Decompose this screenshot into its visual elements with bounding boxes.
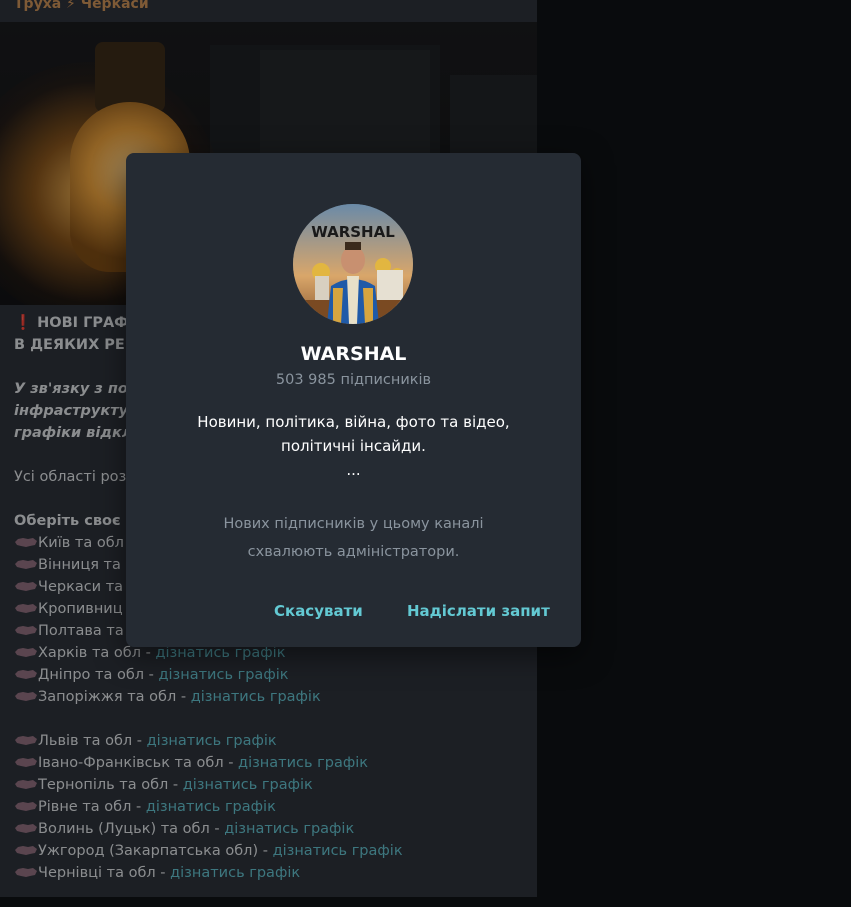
schedule-link[interactable]: дізнатись графік	[170, 865, 300, 881]
map-ukraine-icon	[15, 670, 37, 679]
list-item: Чернівці та обл - дізнатись графік	[14, 862, 529, 884]
list-item: Тернопіль та обл - дізнатись графік	[14, 774, 529, 796]
approval-note: Нових підписників у цьому каналі схвалюю…	[166, 510, 541, 566]
list-item: Ужгород (Закарпатська обл) - дізнатись г…	[14, 840, 529, 862]
schedule-link[interactable]: дізнатись графік	[146, 799, 276, 815]
map-ukraine-icon	[15, 802, 37, 811]
right-empty-pane	[537, 0, 851, 907]
list-item: Дніпро та обл - дізнатись графік	[14, 664, 529, 686]
exclamation-icon: ❗	[14, 315, 33, 331]
list-item: Івано-Франківськ та обл - дізнатись граф…	[14, 752, 529, 774]
dialog-title: WARSHAL	[300, 343, 407, 365]
avatar-logo-text: WARSHAL	[311, 223, 395, 241]
channel-description: Новини, політика, війна, фото та відео, …	[166, 410, 541, 482]
schedule-link[interactable]: дізнатись графік	[238, 755, 368, 771]
map-ukraine-icon	[15, 538, 37, 547]
map-ukraine-icon	[15, 582, 37, 591]
list-item: Рівне та обл - дізнатись графік	[14, 796, 529, 818]
note-line: Нових підписників у цьому каналі	[223, 516, 484, 532]
map-ukraine-icon	[15, 758, 37, 767]
schedule-link[interactable]: дізнатись графік	[273, 843, 403, 859]
schedule-link[interactable]: дізнатись графік	[155, 645, 285, 661]
map-ukraine-icon	[15, 692, 37, 701]
schedule-link[interactable]: дізнатись графік	[224, 821, 354, 837]
schedule-link[interactable]: дізнатись графік	[183, 777, 313, 793]
subscriber-count: 503 985 підписників	[275, 372, 432, 388]
list-item: Волинь (Луцьк) та обл - дізнатись графік	[14, 818, 529, 840]
map-ukraine-icon	[15, 560, 37, 569]
map-ukraine-icon	[15, 780, 37, 789]
map-ukraine-icon	[15, 846, 37, 855]
schedule-link[interactable]: дізнатись графік	[158, 667, 288, 683]
description-line: Новини, політика, війна, фото та відео,	[197, 413, 510, 431]
list-item: Львів та обл - дізнатись графік	[14, 730, 529, 752]
send-request-button[interactable]: Надіслати запит	[407, 602, 550, 620]
map-ukraine-icon	[15, 626, 37, 635]
map-ukraine-icon	[15, 604, 37, 613]
map-ukraine-icon	[15, 824, 37, 833]
cancel-button[interactable]: Скасувати	[274, 602, 363, 620]
channel-name[interactable]: Труха ⚡ Черкаси	[14, 0, 149, 12]
list-item: Запоріжжя та обл - дізнатись графік	[14, 686, 529, 708]
map-ukraine-icon	[15, 736, 37, 745]
avatar-image: WARSHAL	[293, 204, 413, 324]
description-line: політичні інсайди.	[281, 437, 426, 455]
note-line: схвалюють адміністратори.	[247, 544, 460, 560]
schedule-link[interactable]: дізнатись графік	[191, 689, 321, 705]
map-ukraine-icon	[15, 868, 37, 877]
join-request-dialog: WARSHAL WARSHAL 503 985 підписників Нови…	[126, 153, 581, 647]
schedule-link[interactable]: дізнатись графік	[147, 733, 277, 749]
description-ellipsis: ...	[346, 461, 361, 479]
channel-avatar: WARSHAL	[293, 204, 413, 324]
map-ukraine-icon	[15, 648, 37, 657]
